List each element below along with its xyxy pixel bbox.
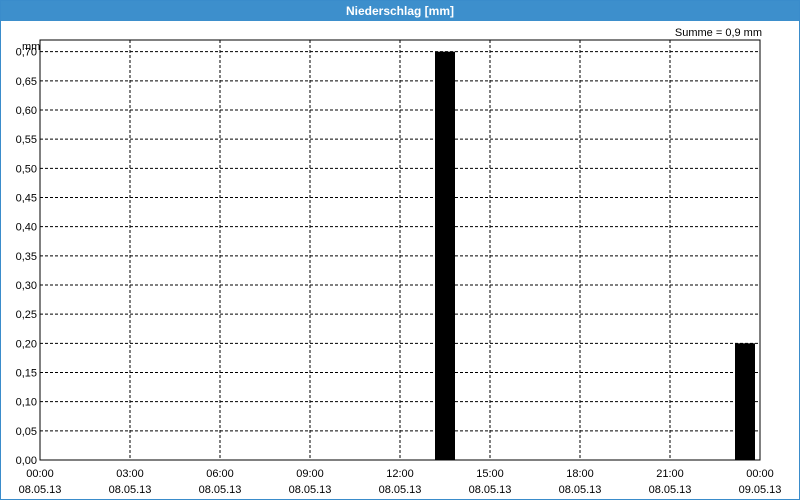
x-tick-date: 08.05.13 — [109, 484, 152, 496]
y-tick-label: 0,60 — [16, 105, 37, 117]
x-tick-time: 18:00 — [566, 468, 594, 480]
y-tick-label: 0,20 — [16, 338, 37, 350]
x-tick-time: 03:00 — [116, 468, 144, 480]
x-tick-time: 12:00 — [386, 468, 414, 480]
x-tick-time: 21:00 — [656, 468, 684, 480]
precipitation-bar — [735, 343, 755, 460]
y-tick-label: 0,15 — [16, 368, 37, 380]
x-tick-time: 15:00 — [476, 468, 504, 480]
x-tick-date: 08.05.13 — [199, 484, 242, 496]
y-tick-label: 0,55 — [16, 134, 37, 146]
x-tick-time: 00:00 — [26, 468, 54, 480]
precipitation-bar — [435, 51, 455, 461]
y-tick-label: 0,00 — [16, 455, 37, 467]
y-tick-label: 0,05 — [16, 426, 37, 438]
y-tick-label: 0,40 — [16, 222, 37, 234]
x-tick-time: 09:00 — [296, 468, 324, 480]
x-tick-date: 08.05.13 — [649, 484, 692, 496]
y-axis-unit: mm — [22, 41, 40, 53]
y-tick-label: 0,30 — [16, 280, 37, 292]
x-tick-date: 08.05.13 — [289, 484, 332, 496]
y-tick-label: 0,45 — [16, 193, 37, 205]
x-tick-date: 08.05.13 — [559, 484, 602, 496]
x-tick-date: 08.05.13 — [19, 484, 62, 496]
y-tick-label: 0,35 — [16, 251, 37, 263]
x-tick-time: 00:00 — [746, 468, 774, 480]
x-tick-date: 08.05.13 — [379, 484, 422, 496]
precipitation-chart: 0,00 0,05 0,10 0,15 0,20 0,25 0,30 0,35 0,40 0,45… — [16, 27, 782, 496]
x-tick-time: 06:00 — [206, 468, 234, 480]
sum-annotation: Summe = 0,9 mm — [675, 27, 762, 39]
x-tick-date: 09.05.13 — [739, 484, 782, 496]
y-tick-label: 0,50 — [16, 163, 37, 175]
y-tick-label: 0,10 — [16, 397, 37, 409]
x-tick-date: 08.05.13 — [469, 484, 512, 496]
y-tick-label: 0,25 — [16, 309, 37, 321]
y-tick-label: 0,65 — [16, 76, 37, 88]
